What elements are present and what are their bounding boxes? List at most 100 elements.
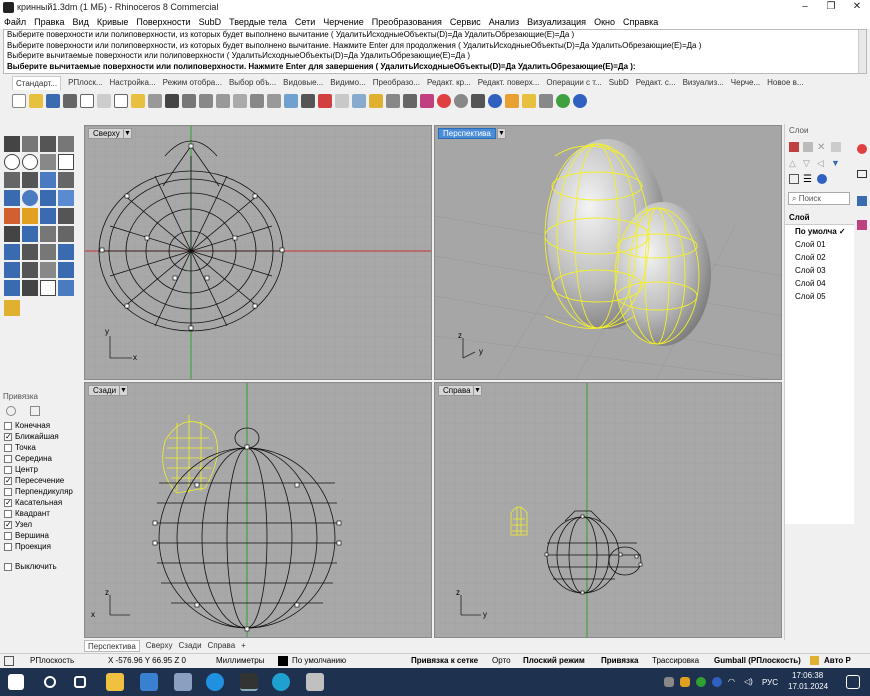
- menu-curves[interactable]: Кривые: [97, 15, 129, 29]
- task-view-icon[interactable]: [74, 676, 86, 688]
- layer-row-default[interactable]: По умолча ✓: [795, 227, 846, 236]
- python-icon[interactable]: [556, 94, 570, 108]
- menu-transform[interactable]: Преобразования: [372, 15, 442, 29]
- viewport-back[interactable]: Сзади ▼ z x: [84, 382, 432, 638]
- move-out-icon[interactable]: ◁: [817, 158, 827, 168]
- open-file-icon[interactable]: [29, 94, 43, 108]
- rectangle-icon[interactable]: [58, 154, 74, 170]
- layer-row-05[interactable]: Слой 05: [795, 292, 826, 301]
- menu-edit[interactable]: Правка: [34, 15, 64, 29]
- page-layout-icon[interactable]: [80, 94, 94, 108]
- polyline-icon[interactable]: [40, 136, 56, 152]
- group-icon[interactable]: [4, 226, 20, 242]
- tab-curve-tools[interactable]: Редакт. кр...: [427, 76, 471, 90]
- tab-cplanes[interactable]: РПлоск...: [68, 76, 102, 90]
- tab-new-in[interactable]: Новое в...: [767, 76, 803, 90]
- taskbar-date[interactable]: 17.01.2024: [788, 682, 828, 691]
- file-explorer-icon[interactable]: [106, 673, 124, 691]
- rhino-taskbar-icon[interactable]: [240, 673, 258, 691]
- copy-layer-icon[interactable]: [831, 142, 841, 152]
- rotate-view-icon[interactable]: [199, 94, 213, 108]
- status-layer[interactable]: По умолчанию: [292, 656, 346, 665]
- display-panel-icon[interactable]: [857, 170, 867, 178]
- tab-mesh-tools[interactable]: Редакт. с...: [636, 76, 676, 90]
- viewport-perspective[interactable]: Перспектива ▼ z y: [434, 125, 782, 380]
- trim-icon[interactable]: [40, 208, 56, 224]
- snap-quad[interactable]: Квадрант: [4, 509, 50, 518]
- undo-view-icon[interactable]: [284, 94, 298, 108]
- new-file-icon[interactable]: [12, 94, 26, 108]
- zoom-selected-icon[interactable]: [267, 94, 281, 108]
- history-scrollbar[interactable]: [858, 30, 866, 73]
- notifications-icon[interactable]: [846, 675, 860, 689]
- light-icon[interactable]: [386, 94, 400, 108]
- layer-row-04[interactable]: Слой 04: [795, 279, 826, 288]
- lock-icon[interactable]: [810, 656, 819, 665]
- search-icon[interactable]: [44, 676, 56, 688]
- snap-near[interactable]: ✓ Ближайшая: [4, 432, 59, 441]
- grid-options-icon[interactable]: [539, 94, 553, 108]
- curve-tools-icon[interactable]: [58, 172, 74, 188]
- panel-toggle-icon[interactable]: [4, 656, 14, 666]
- rotate-icon[interactable]: [40, 244, 56, 260]
- chevron-down-icon[interactable]: ▼: [123, 128, 132, 139]
- arc-icon[interactable]: [40, 154, 56, 170]
- named-views-icon[interactable]: [857, 196, 867, 206]
- menu-view[interactable]: Вид: [73, 15, 89, 29]
- fillet-curves-icon[interactable]: [22, 172, 38, 188]
- status-units[interactable]: Миллиметры: [216, 656, 264, 665]
- zoom-icon[interactable]: [216, 94, 230, 108]
- snap-knot[interactable]: ✓ Узел: [4, 520, 32, 529]
- join-icon[interactable]: [22, 226, 38, 242]
- shaded-sphere-icon[interactable]: [454, 94, 468, 108]
- pan-icon[interactable]: [182, 94, 196, 108]
- taskbar-time[interactable]: 17:06:38: [792, 671, 823, 680]
- status-planar[interactable]: Плоский режим: [523, 656, 585, 665]
- store-icon[interactable]: [140, 673, 158, 691]
- tray-icon[interactable]: [680, 677, 690, 687]
- move-down-icon[interactable]: ▽: [803, 158, 813, 168]
- layer-grid-icon[interactable]: [789, 174, 799, 184]
- snap-mid[interactable]: Середина: [4, 454, 52, 463]
- add-viewport-button[interactable]: +: [241, 640, 246, 652]
- menu-subd[interactable]: SubD: [199, 15, 222, 29]
- tray-icon[interactable]: [712, 677, 722, 687]
- snap-project[interactable]: Проекция: [4, 542, 51, 551]
- tools-icon[interactable]: [505, 94, 519, 108]
- chevron-down-icon[interactable]: ▼: [473, 385, 482, 396]
- tab-back[interactable]: Сзади: [179, 640, 202, 652]
- tab-display[interactable]: Режим отобра...: [163, 76, 222, 90]
- copy-icon[interactable]: [114, 94, 128, 108]
- status-smarttrack[interactable]: Трассировка: [652, 656, 699, 665]
- windows-start-icon[interactable]: [8, 674, 24, 690]
- snap-disable[interactable]: Выключить: [4, 562, 57, 571]
- ellipse-icon[interactable]: [22, 154, 38, 170]
- status-gumball[interactable]: Gumball (РПлоскость): [714, 656, 801, 665]
- surface-icon[interactable]: [4, 190, 20, 206]
- properties-icon[interactable]: [369, 94, 383, 108]
- tab-top[interactable]: Сверху: [146, 640, 173, 652]
- analyze-icon[interactable]: [4, 280, 20, 296]
- sphere-icon[interactable]: [22, 190, 38, 206]
- zoom-extents-icon[interactable]: [250, 94, 264, 108]
- layer-row-01[interactable]: Слой 01: [795, 240, 826, 249]
- edit-points-icon[interactable]: [22, 280, 38, 296]
- tab-right[interactable]: Справа: [208, 640, 236, 652]
- layer-row-02[interactable]: Слой 02: [795, 253, 826, 262]
- curve-icon[interactable]: [58, 136, 74, 152]
- copy-object-icon[interactable]: [22, 244, 38, 260]
- tab-render-tools[interactable]: Визуализ...: [683, 76, 724, 90]
- close-button[interactable]: ✕: [844, 1, 870, 14]
- snap-vertex[interactable]: Вершина: [4, 531, 49, 540]
- skype-icon[interactable]: [206, 673, 224, 691]
- rebuild-icon[interactable]: [40, 226, 56, 242]
- app-icon[interactable]: [174, 673, 192, 691]
- chevron-down-icon[interactable]: ▼: [497, 128, 506, 139]
- help-icon[interactable]: [573, 94, 587, 108]
- select-cursor-icon[interactable]: [165, 94, 179, 108]
- snap-center[interactable]: Центр: [4, 465, 38, 474]
- delete-layer-icon[interactable]: ✕: [817, 142, 827, 153]
- status-grid-snap[interactable]: Привязка к сетке: [411, 656, 478, 665]
- target-icon[interactable]: [6, 406, 16, 416]
- options-icon[interactable]: [522, 94, 536, 108]
